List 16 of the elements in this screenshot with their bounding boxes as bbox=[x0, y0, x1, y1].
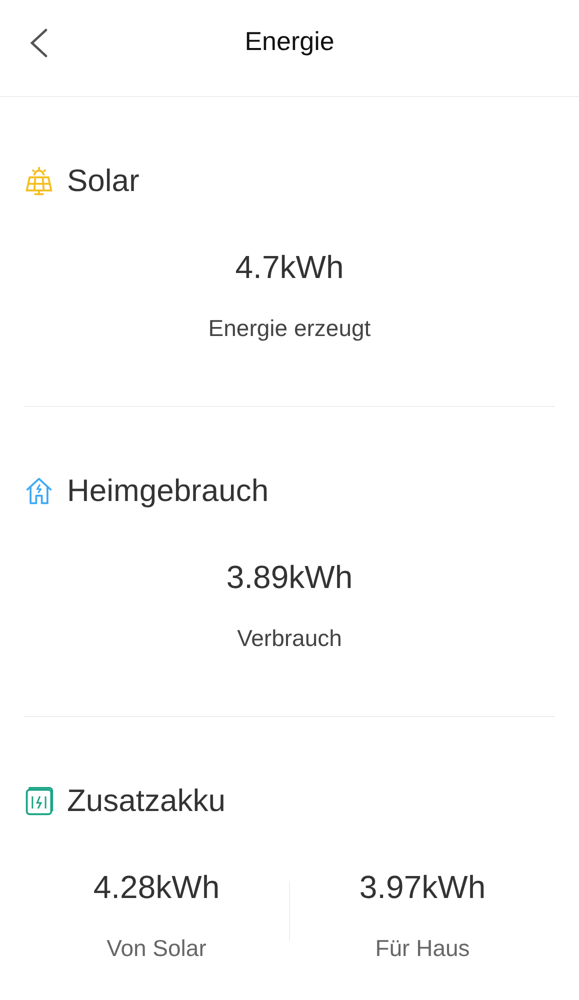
section-title: Solar bbox=[67, 163, 140, 199]
energy-value: 4.28kWh bbox=[93, 868, 220, 907]
battery-icon bbox=[24, 786, 54, 816]
energy-label: Für Haus bbox=[375, 934, 470, 963]
section-title: Zusatzakku bbox=[67, 783, 226, 819]
energy-value: 3.89kWh bbox=[226, 558, 353, 597]
energy-label: Verbrauch bbox=[237, 624, 342, 653]
back-icon bbox=[28, 28, 48, 58]
energy-label: Energie erzeugt bbox=[208, 314, 371, 343]
energy-value: 3.97kWh bbox=[359, 868, 486, 907]
page-title: Energie bbox=[244, 26, 334, 56]
energy-value: 4.7kWh bbox=[235, 248, 344, 287]
energy-label: Von Solar bbox=[106, 934, 206, 963]
house-icon bbox=[24, 476, 54, 506]
solar-panel-icon bbox=[24, 166, 54, 196]
section-title: Heimgebrauch bbox=[67, 473, 269, 509]
